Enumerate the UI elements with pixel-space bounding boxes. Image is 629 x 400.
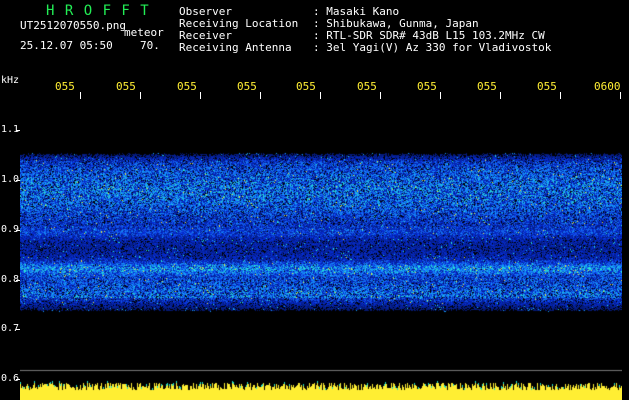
x-tick-mark (380, 92, 381, 99)
x-tick-label: 055 (116, 80, 136, 93)
filename-label: UT2512070550.png (20, 19, 126, 32)
x-tick-mark (260, 92, 261, 99)
x-tick-label: 055 (296, 80, 316, 93)
x-tick-label: 055 (537, 80, 557, 93)
info-label-receiver: Receiver (179, 29, 232, 42)
date-time-label: 25.12.07 05:50 (20, 39, 113, 52)
spectrogram (20, 100, 622, 400)
info-label-observer: Observer (179, 5, 232, 18)
x-tick-label: 055 (477, 80, 497, 93)
info-value-observer: : Masaki Kano (313, 5, 400, 18)
y-axis-unit: kHz (1, 75, 20, 86)
x-tick-mark (440, 92, 441, 99)
hrofft-logo: H R O F F T (46, 3, 150, 19)
hrofft-screen: H R O F F T UT2512070550.png meteor 25.1… (0, 0, 629, 400)
x-tick-label: 055 (357, 80, 377, 93)
info-label-location: Receiving Location (179, 17, 299, 30)
x-tick-mark (200, 92, 201, 99)
x-tick-label: 055 (237, 80, 257, 93)
info-value-receiver: : RTL-SDR SDR# 43dB L15 103.2MHz CW (313, 29, 545, 42)
x-tick-label: 055 (417, 80, 437, 93)
info-value-location: : Shibukawa, Gunma, Japan (313, 17, 479, 30)
x-tick-mark (140, 92, 141, 99)
x-tick-mark (620, 92, 621, 99)
gain-label: 70. (140, 39, 160, 52)
x-tick-label: 0600 (594, 80, 621, 93)
mode-label: meteor (124, 26, 164, 39)
x-tick-label: 055 (55, 80, 75, 93)
info-value-antenna: : 3el Yagi(V) Az 330 for Vladivostok (313, 41, 552, 54)
x-tick-mark (320, 92, 321, 99)
x-tick-label: 055 (177, 80, 197, 93)
x-tick-mark (80, 92, 81, 99)
x-tick-mark (560, 92, 561, 99)
info-label-antenna: Receiving Antenna (179, 41, 292, 54)
x-tick-mark (500, 92, 501, 99)
